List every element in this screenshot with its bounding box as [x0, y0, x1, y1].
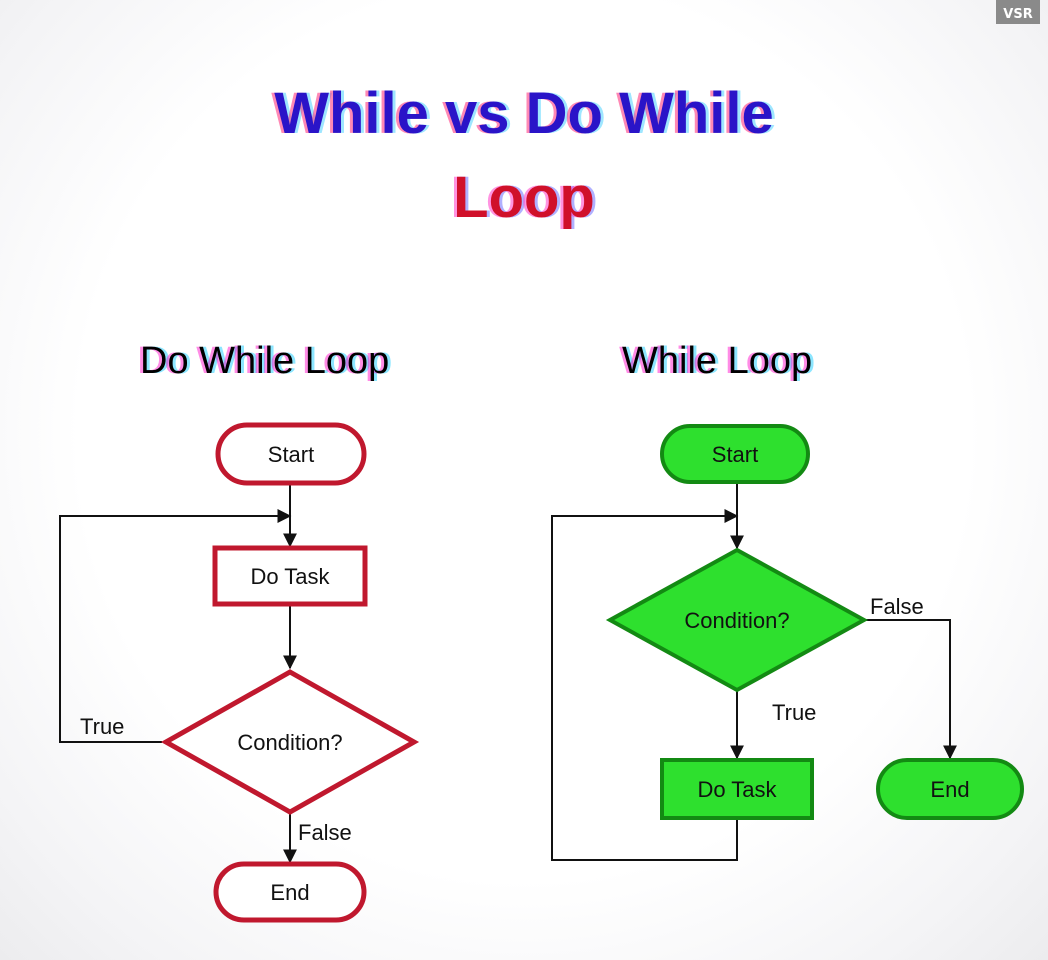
dw-task-label: Do Task: [250, 564, 330, 589]
w-edge-condition-end: [864, 619, 957, 760]
dw-condition-label: Condition?: [237, 730, 342, 755]
slide: VSR While vs Do While Loop Do While Loop…: [0, 0, 1048, 960]
w-true-label: True: [772, 700, 816, 725]
dw-true-label: True: [80, 714, 124, 739]
flowcharts: Start Do Task Condition? End True False …: [59, 422, 1024, 923]
w-start-label: Start: [712, 442, 758, 467]
do-while-flowchart: Start Do Task Condition? End True False: [59, 422, 420, 923]
dw-start-label: Start: [268, 442, 314, 467]
w-condition-label: Condition?: [684, 608, 789, 633]
w-false-label: False: [870, 594, 924, 619]
w-task-label: Do Task: [697, 777, 777, 802]
w-end-label: End: [930, 777, 969, 802]
dw-false-label: False: [298, 820, 352, 845]
dw-end-label: End: [270, 880, 309, 905]
while-flowchart: Start Condition? Do Task End True False: [551, 424, 1024, 861]
